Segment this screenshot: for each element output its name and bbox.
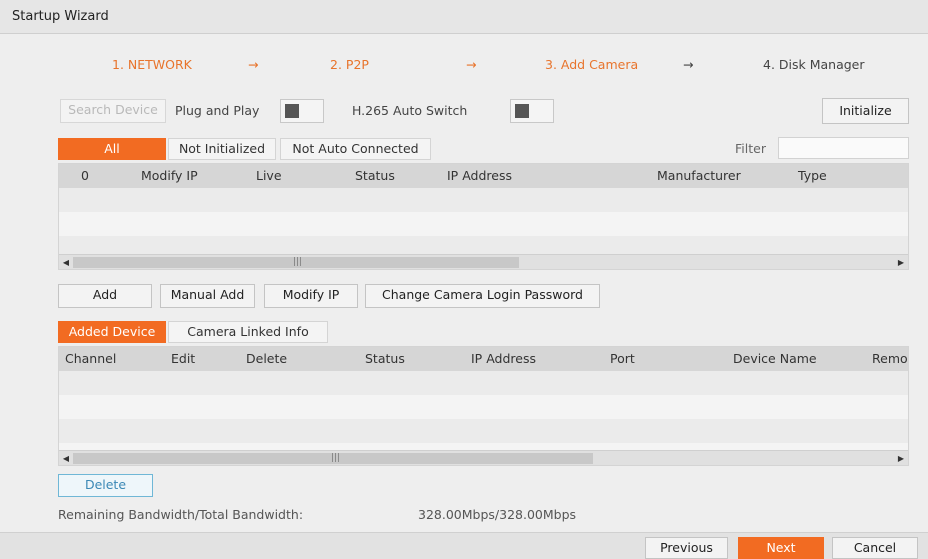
plug-and-play-label: Plug and Play	[175, 103, 260, 118]
table-header: Channel Edit Delete Status IP Address Po…	[59, 347, 908, 371]
search-device-button[interactable]: Search Device	[60, 99, 166, 123]
h265-auto-switch-label: H.265 Auto Switch	[352, 103, 468, 118]
step-network: 1. NETWORK	[112, 57, 192, 72]
column-header[interactable]: Remo	[872, 347, 908, 371]
next-button[interactable]: Next	[738, 537, 824, 559]
toggle-knob	[515, 104, 529, 118]
table-row[interactable]	[59, 395, 908, 419]
column-header[interactable]: Status	[365, 347, 405, 371]
table-row[interactable]	[59, 212, 908, 236]
table-row[interactable]	[59, 188, 908, 212]
step-arrow-icon: →	[248, 57, 259, 72]
scroll-right-icon[interactable]: ▶	[894, 451, 908, 466]
tab-camera-linked-info[interactable]: Camera Linked Info	[168, 321, 328, 343]
tab-all[interactable]: All	[58, 138, 166, 160]
filter-input[interactable]	[778, 137, 909, 159]
column-header[interactable]: IP Address	[447, 164, 512, 188]
window-titlebar: Startup Wizard	[0, 0, 928, 34]
change-password-button[interactable]: Change Camera Login Password	[365, 284, 600, 308]
modify-ip-button[interactable]: Modify IP	[264, 284, 358, 308]
table-row[interactable]	[59, 236, 908, 254]
scroll-right-icon[interactable]: ▶	[894, 255, 908, 270]
column-header[interactable]: Manufacturer	[657, 164, 741, 188]
column-header[interactable]: Type	[798, 164, 827, 188]
tab-not-auto-connected[interactable]: Not Auto Connected	[280, 138, 431, 160]
scroll-left-icon[interactable]: ◀	[59, 255, 73, 270]
horizontal-scrollbar[interactable]: ◀ ||| ▶	[59, 450, 908, 465]
plug-and-play-toggle[interactable]	[280, 99, 324, 123]
add-button[interactable]: Add	[58, 284, 152, 308]
column-header[interactable]: IP Address	[471, 347, 536, 371]
column-header[interactable]: Delete	[246, 347, 287, 371]
search-device-table: 0 Modify IP Live Status IP Address Manuf…	[58, 163, 909, 270]
table-row[interactable]	[59, 443, 908, 450]
table-row[interactable]	[59, 419, 908, 443]
bandwidth-value: 328.00Mbps/328.00Mbps	[418, 507, 577, 522]
added-device-table: Channel Edit Delete Status IP Address Po…	[58, 346, 909, 466]
column-header[interactable]: Edit	[171, 347, 195, 371]
column-header[interactable]: Port	[610, 347, 635, 371]
step-arrow-icon: →	[466, 57, 477, 72]
column-header[interactable]: Channel	[65, 347, 116, 371]
initialize-button[interactable]: Initialize	[822, 98, 909, 124]
table-header: 0 Modify IP Live Status IP Address Manuf…	[59, 164, 908, 188]
step-p2p: 2. P2P	[330, 57, 369, 72]
grip-icon: |||	[293, 257, 303, 267]
h265-auto-switch-toggle[interactable]	[510, 99, 554, 123]
column-header[interactable]: Modify IP	[141, 164, 198, 188]
bandwidth-label: Remaining Bandwidth/Total Bandwidth:	[58, 507, 304, 522]
horizontal-scrollbar[interactable]: ◀ ||| ▶	[59, 254, 908, 269]
manual-add-button[interactable]: Manual Add	[160, 284, 255, 308]
scroll-left-icon[interactable]: ◀	[59, 451, 73, 466]
step-arrow-icon: →	[683, 57, 694, 72]
step-disk-manager: 4. Disk Manager	[763, 57, 865, 72]
column-header[interactable]: Device Name	[733, 347, 817, 371]
cancel-button[interactable]: Cancel	[832, 537, 918, 559]
filter-label: Filter	[735, 141, 766, 156]
step-add-camera: 3. Add Camera	[545, 57, 639, 72]
column-header[interactable]: Live	[256, 164, 282, 188]
toggle-knob	[285, 104, 299, 118]
tab-added-device[interactable]: Added Device	[58, 321, 166, 343]
window-title: Startup Wizard	[12, 9, 109, 24]
column-header[interactable]: Status	[355, 164, 395, 188]
grip-icon: |||	[331, 453, 341, 463]
tab-not-initialized[interactable]: Not Initialized	[168, 138, 276, 160]
delete-button[interactable]: Delete	[58, 474, 153, 497]
previous-button[interactable]: Previous	[645, 537, 728, 559]
column-header[interactable]: 0	[81, 164, 89, 188]
table-row[interactable]	[59, 371, 908, 395]
